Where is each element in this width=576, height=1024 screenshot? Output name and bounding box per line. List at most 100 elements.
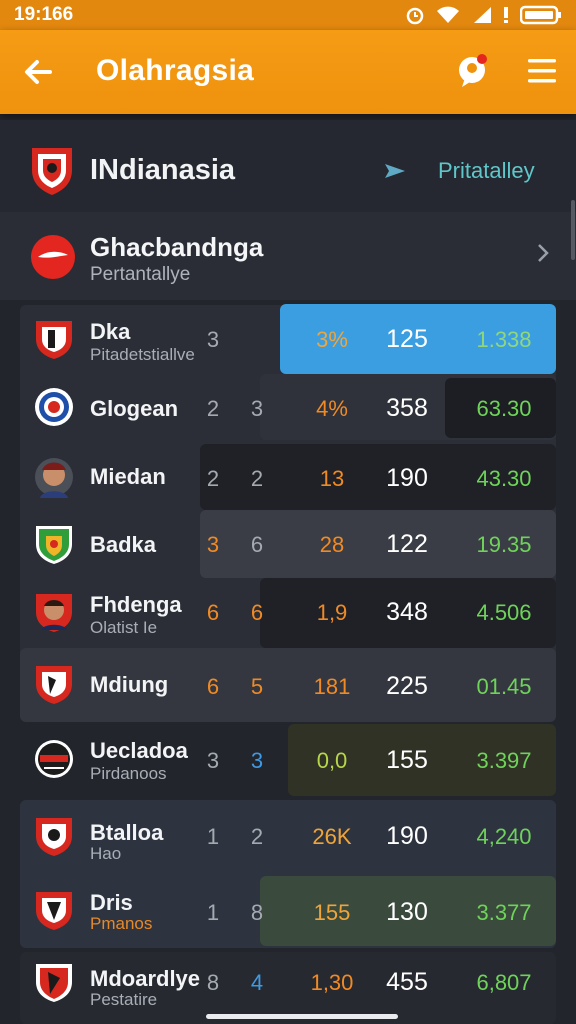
chevron-right-icon[interactable] [536, 242, 550, 264]
back-arrow-icon[interactable] [22, 56, 54, 88]
alert-icon [504, 7, 508, 23]
league-link[interactable]: Pritatalley [438, 158, 535, 184]
league-crest-icon [32, 148, 72, 195]
stat-col3: 0,0 [316, 748, 348, 773]
stat-col2: 2 [250, 466, 264, 491]
stat-col2: 2 [250, 824, 264, 849]
stat-col3: 26K [312, 824, 352, 849]
stat-col5: 1.338 [476, 327, 532, 352]
team-row-sub: Hao [90, 844, 122, 863]
team-row-name: Miedan [90, 464, 166, 489]
stat-col5: 19.35 [476, 532, 532, 557]
table-row[interactable]: Uecladoa Pirdanoos 3 3 0,0 155 3.397 [20, 724, 556, 796]
signal-icon [474, 7, 491, 23]
stat-col4: 190 [386, 464, 428, 492]
table-row[interactable]: Dris Pmanos 1 8 155 130 3.377 [20, 876, 556, 948]
page-title: Olahragsia [96, 54, 255, 87]
stat-col5: 01.45 [476, 674, 532, 699]
wifi-icon [437, 6, 459, 23]
alarm-icon [406, 7, 424, 25]
stat-col3: 13 [319, 466, 345, 491]
red-shield-icon [36, 321, 72, 359]
team-row-name: Badka [90, 532, 157, 557]
status-bar: 19:166 [0, 0, 576, 30]
red-shield-icon [36, 818, 72, 856]
team-row-name: Btalloa [90, 820, 164, 845]
team-logo-icon [31, 235, 75, 279]
stat-col2: 4 [250, 970, 264, 995]
team-row-sub: Pirdanoos [90, 764, 167, 783]
stat-col3: 1,30 [310, 970, 354, 995]
stat-col3: 181 [313, 674, 351, 699]
table-row[interactable]: Fhdenga Olatist Ie 6 6 1,9 348 4.506 [20, 578, 556, 648]
stat-col2: 6 [250, 532, 264, 557]
stat-col4: 125 [386, 325, 428, 353]
green-shield-icon [36, 526, 72, 564]
league-header[interactable]: INdianasia Pritatalley [0, 120, 576, 213]
notification-icon[interactable] [454, 52, 490, 90]
table-row[interactable]: Glogean 2 3 4% 358 63.30 [20, 374, 556, 440]
menu-icon[interactable] [526, 56, 558, 86]
stat-col5: 43.30 [476, 466, 532, 491]
stat-col1: 3 [206, 532, 220, 557]
stat-col4: 348 [386, 598, 428, 626]
stat-col1: 1 [206, 824, 220, 849]
stat-col1: 6 [206, 674, 220, 699]
team-row-name: Mdiung [90, 672, 169, 697]
stat-col2: 5 [250, 674, 264, 699]
home-indicator[interactable] [206, 1014, 398, 1019]
stat-col2: 8 [250, 900, 264, 925]
team-row-sub: Pitadetstiallve [90, 345, 195, 364]
stat-col5: 3.397 [476, 748, 532, 773]
stat-col4: 155 [386, 746, 428, 774]
stat-col3: 3% [316, 327, 348, 352]
battery-icon [520, 5, 561, 25]
stat-col5: 6,807 [476, 970, 532, 995]
scrollbar[interactable] [571, 200, 575, 260]
table-row[interactable]: Dka Pitadetstiallve 3 3% 125 1.338 [20, 305, 556, 373]
table-row[interactable]: Badka 3 6 28 122 19.35 [20, 510, 556, 578]
stat-col1: 6 [206, 600, 220, 625]
stat-col3: 4% [316, 396, 348, 421]
stat-col1: 2 [206, 396, 220, 421]
table-row[interactable]: Miedan 2 2 13 190 43.30 [20, 444, 556, 510]
stat-col4: 358 [386, 394, 428, 422]
stat-col1: 3 [206, 748, 220, 773]
stat-col4: 122 [386, 530, 428, 558]
stat-col5: 4.506 [476, 600, 532, 625]
stat-col2: 3 [250, 748, 264, 773]
stat-col4: 455 [386, 968, 428, 996]
stat-col1: 3 [206, 327, 220, 352]
player-face-icon [36, 594, 72, 632]
table-row[interactable]: Mdiung 6 5 181 225 01.45 [20, 648, 556, 722]
player-face-icon [35, 458, 73, 498]
team-row-name: Glogean [90, 396, 179, 421]
stat-col2: 3 [250, 396, 264, 421]
status-icons [404, 5, 562, 25]
stat-col5: 3.377 [476, 900, 532, 925]
stat-col1: 2 [206, 466, 220, 491]
stat-col4: 130 [386, 898, 428, 926]
team-row-name: Mdoardlye [90, 966, 201, 991]
stat-col1: 8 [206, 970, 220, 995]
blue-ring-icon [35, 388, 73, 426]
team-row-sub: Pestatire [90, 990, 158, 1009]
team-row-sub: Olatist Ie [90, 618, 158, 637]
round-crest-icon [35, 740, 73, 778]
stat-col3: 1,9 [316, 600, 348, 625]
table-row[interactable]: Btalloa Hao 1 2 26K 190 4,240 [20, 800, 556, 874]
team-header[interactable] [0, 212, 576, 300]
play-arrow-icon[interactable] [384, 162, 406, 180]
stat-col2: 6 [250, 600, 264, 625]
stat-col4: 190 [386, 822, 428, 850]
stat-col3: 28 [319, 532, 345, 557]
red-shield-icon [36, 666, 72, 704]
stat-col3: 155 [313, 900, 351, 925]
team-row-sub: Pmanos [90, 914, 153, 933]
team-row-name: Dka [90, 319, 131, 344]
stat-col5: 4,240 [476, 824, 532, 849]
stat-col5: 63.30 [476, 396, 532, 421]
team-row-name: Uecladoa [90, 738, 188, 763]
red-shield-icon [36, 892, 72, 930]
stat-col4: 225 [386, 672, 428, 700]
